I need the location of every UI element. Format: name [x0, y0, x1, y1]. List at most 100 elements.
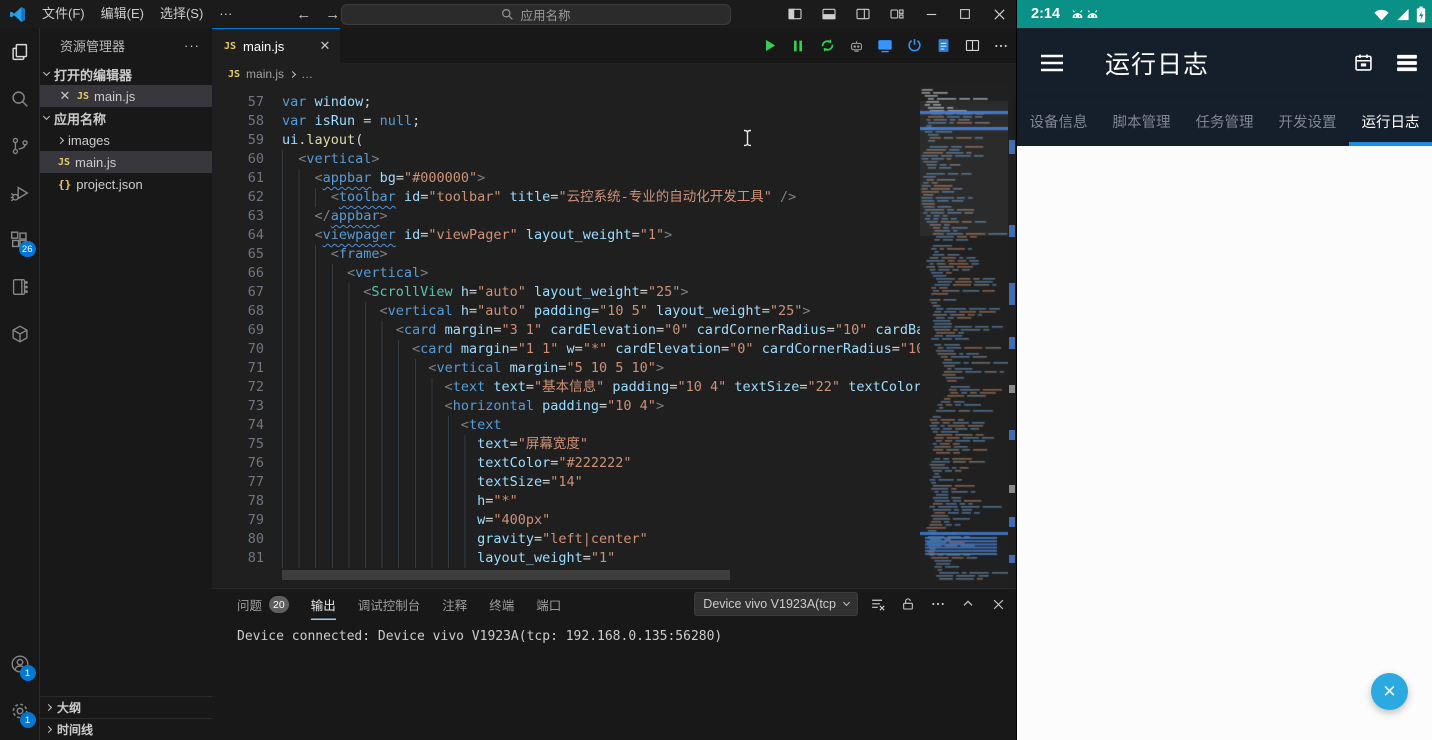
- open-editors-section[interactable]: 打开的编辑器: [40, 63, 212, 85]
- explorer-icon[interactable]: [0, 28, 40, 75]
- code-line[interactable]: 63</appbar>: [212, 207, 949, 226]
- hamburger-menu-icon[interactable]: [1039, 53, 1065, 73]
- outline-section[interactable]: 大纲: [40, 696, 212, 718]
- lock-icon[interactable]: [898, 594, 918, 614]
- code-line[interactable]: 57var window;: [212, 93, 949, 112]
- device-tab-任务管理[interactable]: 任务管理: [1183, 97, 1266, 146]
- notebook-icon[interactable]: [0, 263, 40, 310]
- minimap[interactable]: [920, 85, 1008, 588]
- source-control-icon[interactable]: [0, 122, 40, 169]
- sidebar-more-icon[interactable]: ···: [184, 38, 200, 53]
- document-icon[interactable]: [932, 35, 954, 57]
- pause-icon[interactable]: [787, 35, 809, 57]
- code-line[interactable]: 79w="400px": [212, 511, 949, 530]
- clear-output-icon[interactable]: [868, 594, 888, 614]
- device-select-dropdown[interactable]: Device vivo V1923A(tcp: [694, 592, 858, 616]
- split-editor-icon[interactable]: [961, 35, 983, 57]
- toggle-secondary-sidebar-icon[interactable]: [846, 0, 880, 28]
- calendar-icon[interactable]: [1353, 52, 1374, 73]
- code-line[interactable]: 58var isRun = null;: [212, 112, 949, 131]
- code-line[interactable]: 65<frame>: [212, 245, 949, 264]
- toggle-panel-icon[interactable]: [812, 0, 846, 28]
- panel-tab-端口[interactable]: 端口: [536, 589, 561, 620]
- account-icon[interactable]: 1: [0, 640, 40, 687]
- code-line[interactable]: 60<vertical>: [212, 150, 949, 169]
- file-tree-item-project.json[interactable]: {}project.json: [40, 173, 212, 195]
- file-tree-item-main.js[interactable]: JSmain.js: [40, 151, 212, 173]
- device-tab-开发设置[interactable]: 开发设置: [1266, 97, 1349, 146]
- close-window-button[interactable]: [982, 0, 1016, 28]
- menu-item[interactable]: 选择(S): [152, 6, 211, 21]
- back-arrow[interactable]: ←: [296, 6, 311, 23]
- menu-item[interactable]: 文件(F): [34, 6, 93, 21]
- code-line[interactable]: 59ui.layout(: [212, 131, 949, 150]
- list-menu-icon[interactable]: [1396, 54, 1418, 72]
- token: [396, 226, 404, 245]
- run-icon[interactable]: [758, 35, 780, 57]
- code-editor[interactable]: 57var window;58var isRun = null;59ui.lay…: [212, 85, 1016, 588]
- toggle-sidebar-icon[interactable]: [778, 0, 812, 28]
- device-tab-运行日志[interactable]: 运行日志: [1349, 97, 1432, 146]
- bottom-panel: 问题20 输出调试控制台注释终端端口 Device vivo V1923A(tcp…: [212, 588, 1016, 740]
- code-line[interactable]: 61<appbar bg="#000000">: [212, 169, 949, 188]
- fab-close-button[interactable]: ✕: [1371, 673, 1408, 710]
- package-box-icon[interactable]: [0, 310, 40, 357]
- device-tab-设备信息[interactable]: 设备信息: [1017, 97, 1100, 146]
- code-line[interactable]: 80gravity="left|center": [212, 530, 949, 549]
- power-icon[interactable]: [903, 35, 925, 57]
- code-line[interactable]: 81layout_weight="1": [212, 549, 949, 568]
- robot-icon[interactable]: [845, 35, 867, 57]
- forward-arrow[interactable]: →: [325, 6, 340, 23]
- customize-layout-icon[interactable]: [880, 0, 914, 28]
- code-line[interactable]: 73<horizontal padding="10 4">: [212, 397, 949, 416]
- screen-mirror-icon[interactable]: [874, 35, 896, 57]
- code-line[interactable]: 66<vertical>: [212, 264, 949, 283]
- code-line[interactable]: 71<vertical margin="5 10 5 10">: [212, 359, 949, 378]
- panel-tab-终端[interactable]: 终端: [489, 589, 514, 620]
- code-line[interactable]: 68<vertical h="auto" padding="10 5" layo…: [212, 302, 949, 321]
- code-line[interactable]: 70<card margin="1 1" w="*" cardElevation…: [212, 340, 949, 359]
- horizontal-scrollbar[interactable]: [282, 570, 730, 580]
- timeline-section[interactable]: 时间线: [40, 718, 212, 740]
- maximize-panel-icon[interactable]: [958, 594, 978, 614]
- code-line[interactable]: 62<toolbar id="toolbar" title="云控系统-专业的自…: [212, 188, 949, 207]
- panel-tab-注释[interactable]: 注释: [442, 589, 467, 620]
- restart-icon[interactable]: [816, 35, 838, 57]
- minimize-button[interactable]: [914, 0, 948, 28]
- menu-item[interactable]: ···: [211, 6, 240, 21]
- token: >: [664, 226, 672, 245]
- run-debug-icon[interactable]: [0, 169, 40, 216]
- code-line[interactable]: 74<text: [212, 416, 949, 435]
- close-panel-icon[interactable]: [988, 594, 1008, 614]
- more-icon[interactable]: [928, 594, 948, 614]
- overview-ruler[interactable]: [1008, 85, 1016, 588]
- file-tree-item-images[interactable]: images: [40, 129, 212, 151]
- close-tab-icon[interactable]: ✕: [318, 38, 332, 54]
- code-line[interactable]: 72<text text="基本信息" padding="10 4" textS…: [212, 378, 949, 397]
- panel-tab-输出[interactable]: 输出: [311, 589, 336, 620]
- breadcrumb[interactable]: JS main.js …: [212, 63, 1016, 85]
- open-editor-item[interactable]: ✕ JS main.js: [40, 85, 212, 107]
- search-sidebar-icon[interactable]: [0, 75, 40, 122]
- extensions-icon[interactable]: 26: [0, 216, 40, 263]
- search-input[interactable]: 应用名称: [341, 4, 731, 25]
- maximize-button[interactable]: [948, 0, 982, 28]
- close-icon[interactable]: ✕: [58, 88, 72, 104]
- code-line[interactable]: 67<ScrollView h="auto" layout_weight="25…: [212, 283, 949, 302]
- breadcrumb-file[interactable]: main.js: [246, 67, 284, 81]
- settings-gear-icon[interactable]: 1: [0, 687, 40, 734]
- code-line[interactable]: 75text="屏幕宽度": [212, 435, 949, 454]
- more-actions-icon[interactable]: [990, 35, 1012, 57]
- tab-mainjs[interactable]: JS main.js ✕: [212, 28, 340, 63]
- code-line[interactable]: 64<viewpager id="viewPager" layout_weigh…: [212, 226, 949, 245]
- breadcrumb-more[interactable]: …: [301, 67, 313, 81]
- device-tab-脚本管理[interactable]: 脚本管理: [1100, 97, 1183, 146]
- code-line[interactable]: 69<card margin="3 1" cardElevation="0" c…: [212, 321, 949, 340]
- panel-tab-调试控制台[interactable]: 调试控制台: [358, 589, 421, 620]
- panel-tab-问题[interactable]: 问题20: [237, 589, 289, 620]
- code-line[interactable]: 77textSize="14": [212, 473, 949, 492]
- folder-section[interactable]: 应用名称: [40, 107, 212, 129]
- code-line[interactable]: 78h="*": [212, 492, 949, 511]
- menu-item[interactable]: 编辑(E): [93, 6, 152, 21]
- code-line[interactable]: 76textColor="#222222": [212, 454, 949, 473]
